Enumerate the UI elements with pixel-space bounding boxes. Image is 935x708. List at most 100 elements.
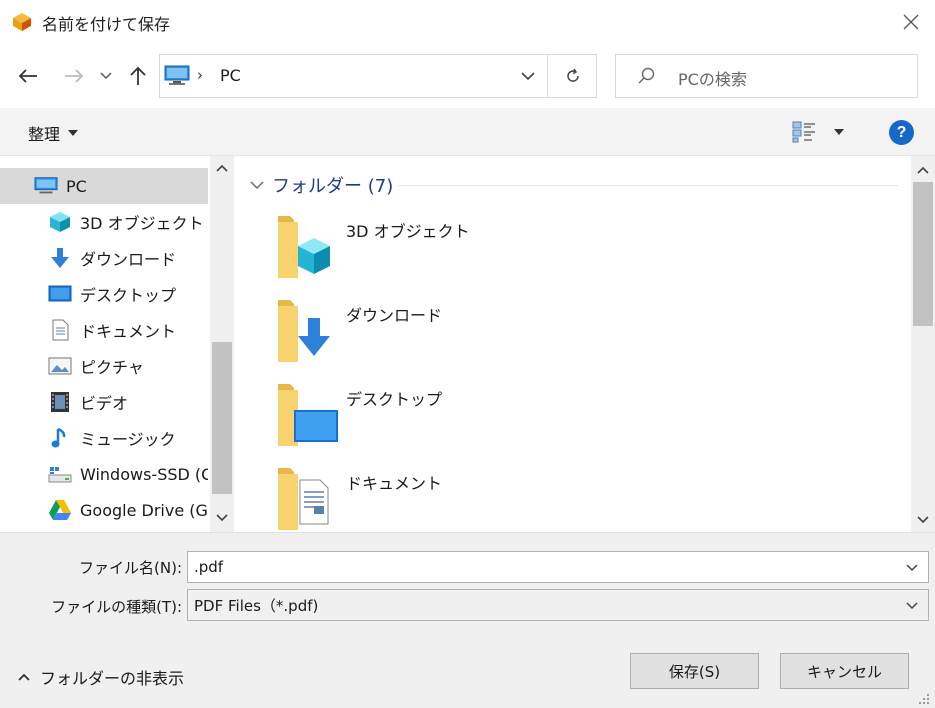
folder-label: デスクトップ (346, 390, 443, 409)
nav-item-documents[interactable]: ドキュメント (0, 312, 208, 348)
hide-folders-toggle[interactable]: フォルダーの非表示 (18, 665, 184, 689)
address-dropdown-button[interactable] (510, 55, 546, 97)
change-view-button[interactable] (792, 118, 844, 146)
folder-3d-objects[interactable]: 3D オブジェクト (276, 214, 696, 284)
nav-item-videos[interactable]: ビデオ (0, 384, 208, 420)
resize-grip-icon[interactable] (918, 693, 930, 705)
filename-value: .pdf (194, 558, 224, 576)
filetype-label: ファイルの種類(T): (51, 598, 182, 616)
title-bar: 名前を付けて保存 (0, 0, 935, 44)
search-box[interactable]: PCの検索 (615, 54, 918, 98)
nav-item-label: PC (66, 176, 87, 196)
chevron-up-icon (18, 673, 30, 681)
nav-item-label: Windows-SSD (C (80, 464, 208, 484)
scroll-down-arrow-icon[interactable] (212, 510, 232, 526)
search-placeholder: PCの検索 (678, 70, 747, 89)
nav-item-music[interactable]: ミュージック (0, 420, 208, 456)
filetype-value: PDF Files（*.pdf) (194, 596, 319, 615)
close-icon (903, 14, 919, 30)
nav-item-label: 3D オブジェクト (80, 214, 204, 233)
save-form: ファイル名(N): .pdf ファイルの種類(T): PDF Files（*.p… (0, 532, 935, 708)
filetype-select[interactable]: PDF Files（*.pdf) (187, 589, 929, 621)
desktop-folder-icon (276, 382, 340, 454)
refresh-button[interactable] (547, 55, 597, 97)
folder-label: ドキュメント (346, 474, 443, 493)
pc-icon (34, 174, 58, 198)
nav-item-google-drive[interactable]: Google Drive (G: (0, 492, 208, 528)
chevron-down-icon (902, 596, 922, 616)
window-title: 名前を付けて保存 (42, 15, 171, 34)
arrow-right-icon (65, 69, 84, 83)
nav-item-label: ビデオ (80, 394, 129, 413)
nav-item-windows-ssd[interactable]: Windows-SSD (C (0, 456, 208, 492)
google-drive-icon (48, 498, 72, 522)
music-icon (48, 426, 72, 450)
folder-label: 3D オブジェクト (346, 222, 470, 241)
documents-folder-icon (276, 466, 336, 532)
nav-item-label: ミュージック (80, 430, 176, 449)
scroll-thumb[interactable] (913, 182, 933, 326)
3d-objects-folder-icon (276, 214, 336, 286)
breadcrumb-pc[interactable]: PC (220, 66, 241, 85)
drive-icon (48, 462, 72, 486)
caret-down-icon (68, 130, 79, 136)
pictures-icon (48, 354, 72, 378)
organize-label: 整理 (28, 125, 61, 144)
scroll-up-arrow-icon[interactable] (913, 162, 933, 178)
nav-item-desktop[interactable]: デスクトップ (0, 276, 208, 312)
scroll-down-arrow-icon[interactable] (913, 512, 933, 528)
close-button[interactable] (893, 6, 929, 38)
folder-desktop[interactable]: デスクトップ (276, 382, 696, 452)
help-button[interactable]: ? (889, 120, 914, 145)
caret-down-icon (834, 129, 844, 135)
nav-item-label: デスクトップ (80, 286, 177, 305)
folder-downloads[interactable]: ダウンロード (276, 298, 696, 368)
cancel-button-label: キャンセル (806, 662, 882, 681)
nav-item-3d-objects[interactable]: 3D オブジェクト (0, 204, 208, 240)
nav-item-label: ダウンロード (80, 250, 177, 269)
nav-item-label: ドキュメント (80, 322, 177, 341)
chevron-down-icon[interactable] (902, 558, 922, 578)
nav-item-downloads[interactable]: ダウンロード (0, 240, 208, 276)
file-list: フォルダー (7) 3D オブジェクト ダウンロード デスクトップ ドキュメント (236, 156, 911, 532)
scroll-thumb[interactable] (212, 342, 232, 494)
cancel-button[interactable]: キャンセル (780, 653, 909, 689)
navigation-pane: PC 3D オブジェクト ダウンロード デスクトップ ドキュメント ピクチャ ビ… (0, 156, 235, 532)
breadcrumb-chevron-icon: › (197, 66, 203, 84)
toolbar: 整理 (0, 108, 935, 156)
nav-item-label: Google Drive (G: (80, 500, 208, 520)
chevron-down-icon (521, 71, 535, 80)
3d-objects-icon (48, 210, 72, 234)
filename-input[interactable]: .pdf (187, 551, 929, 583)
details-view-icon (792, 121, 815, 143)
pc-icon (164, 64, 190, 90)
nav-item-pc[interactable]: PC (0, 168, 208, 204)
search-icon (636, 66, 656, 90)
organize-button[interactable]: 整理 (28, 121, 79, 145)
address-bar[interactable]: › PC (159, 54, 597, 98)
recent-locations-button[interactable] (96, 60, 116, 92)
save-button-label: 保存(S) (668, 662, 721, 681)
group-divider (398, 185, 898, 186)
forward-button[interactable] (60, 60, 88, 92)
folder-label: ダウンロード (346, 306, 443, 325)
nav-item-pictures[interactable]: ピクチャ (0, 348, 208, 384)
file-list-scrollbar[interactable] (911, 156, 935, 532)
arrow-up-icon (130, 66, 146, 85)
folder-documents[interactable]: ドキュメント (276, 466, 696, 532)
folder-group-header[interactable]: フォルダー (7) (250, 172, 393, 198)
save-button[interactable]: 保存(S) (630, 653, 759, 689)
up-button[interactable] (124, 60, 152, 92)
arrow-left-icon (18, 69, 37, 83)
document-icon (48, 318, 72, 342)
downloads-folder-icon (276, 298, 336, 370)
filename-label: ファイル名(N): (79, 559, 182, 577)
group-title: フォルダー (7) (272, 176, 394, 197)
scroll-up-arrow-icon[interactable] (212, 160, 232, 176)
download-icon (48, 246, 72, 270)
navigation-scrollbar[interactable] (210, 156, 234, 532)
hide-folders-label: フォルダーの非表示 (40, 669, 185, 688)
refresh-icon (566, 68, 579, 82)
nav-item-label: ピクチャ (80, 358, 144, 377)
back-button[interactable] (14, 60, 42, 92)
